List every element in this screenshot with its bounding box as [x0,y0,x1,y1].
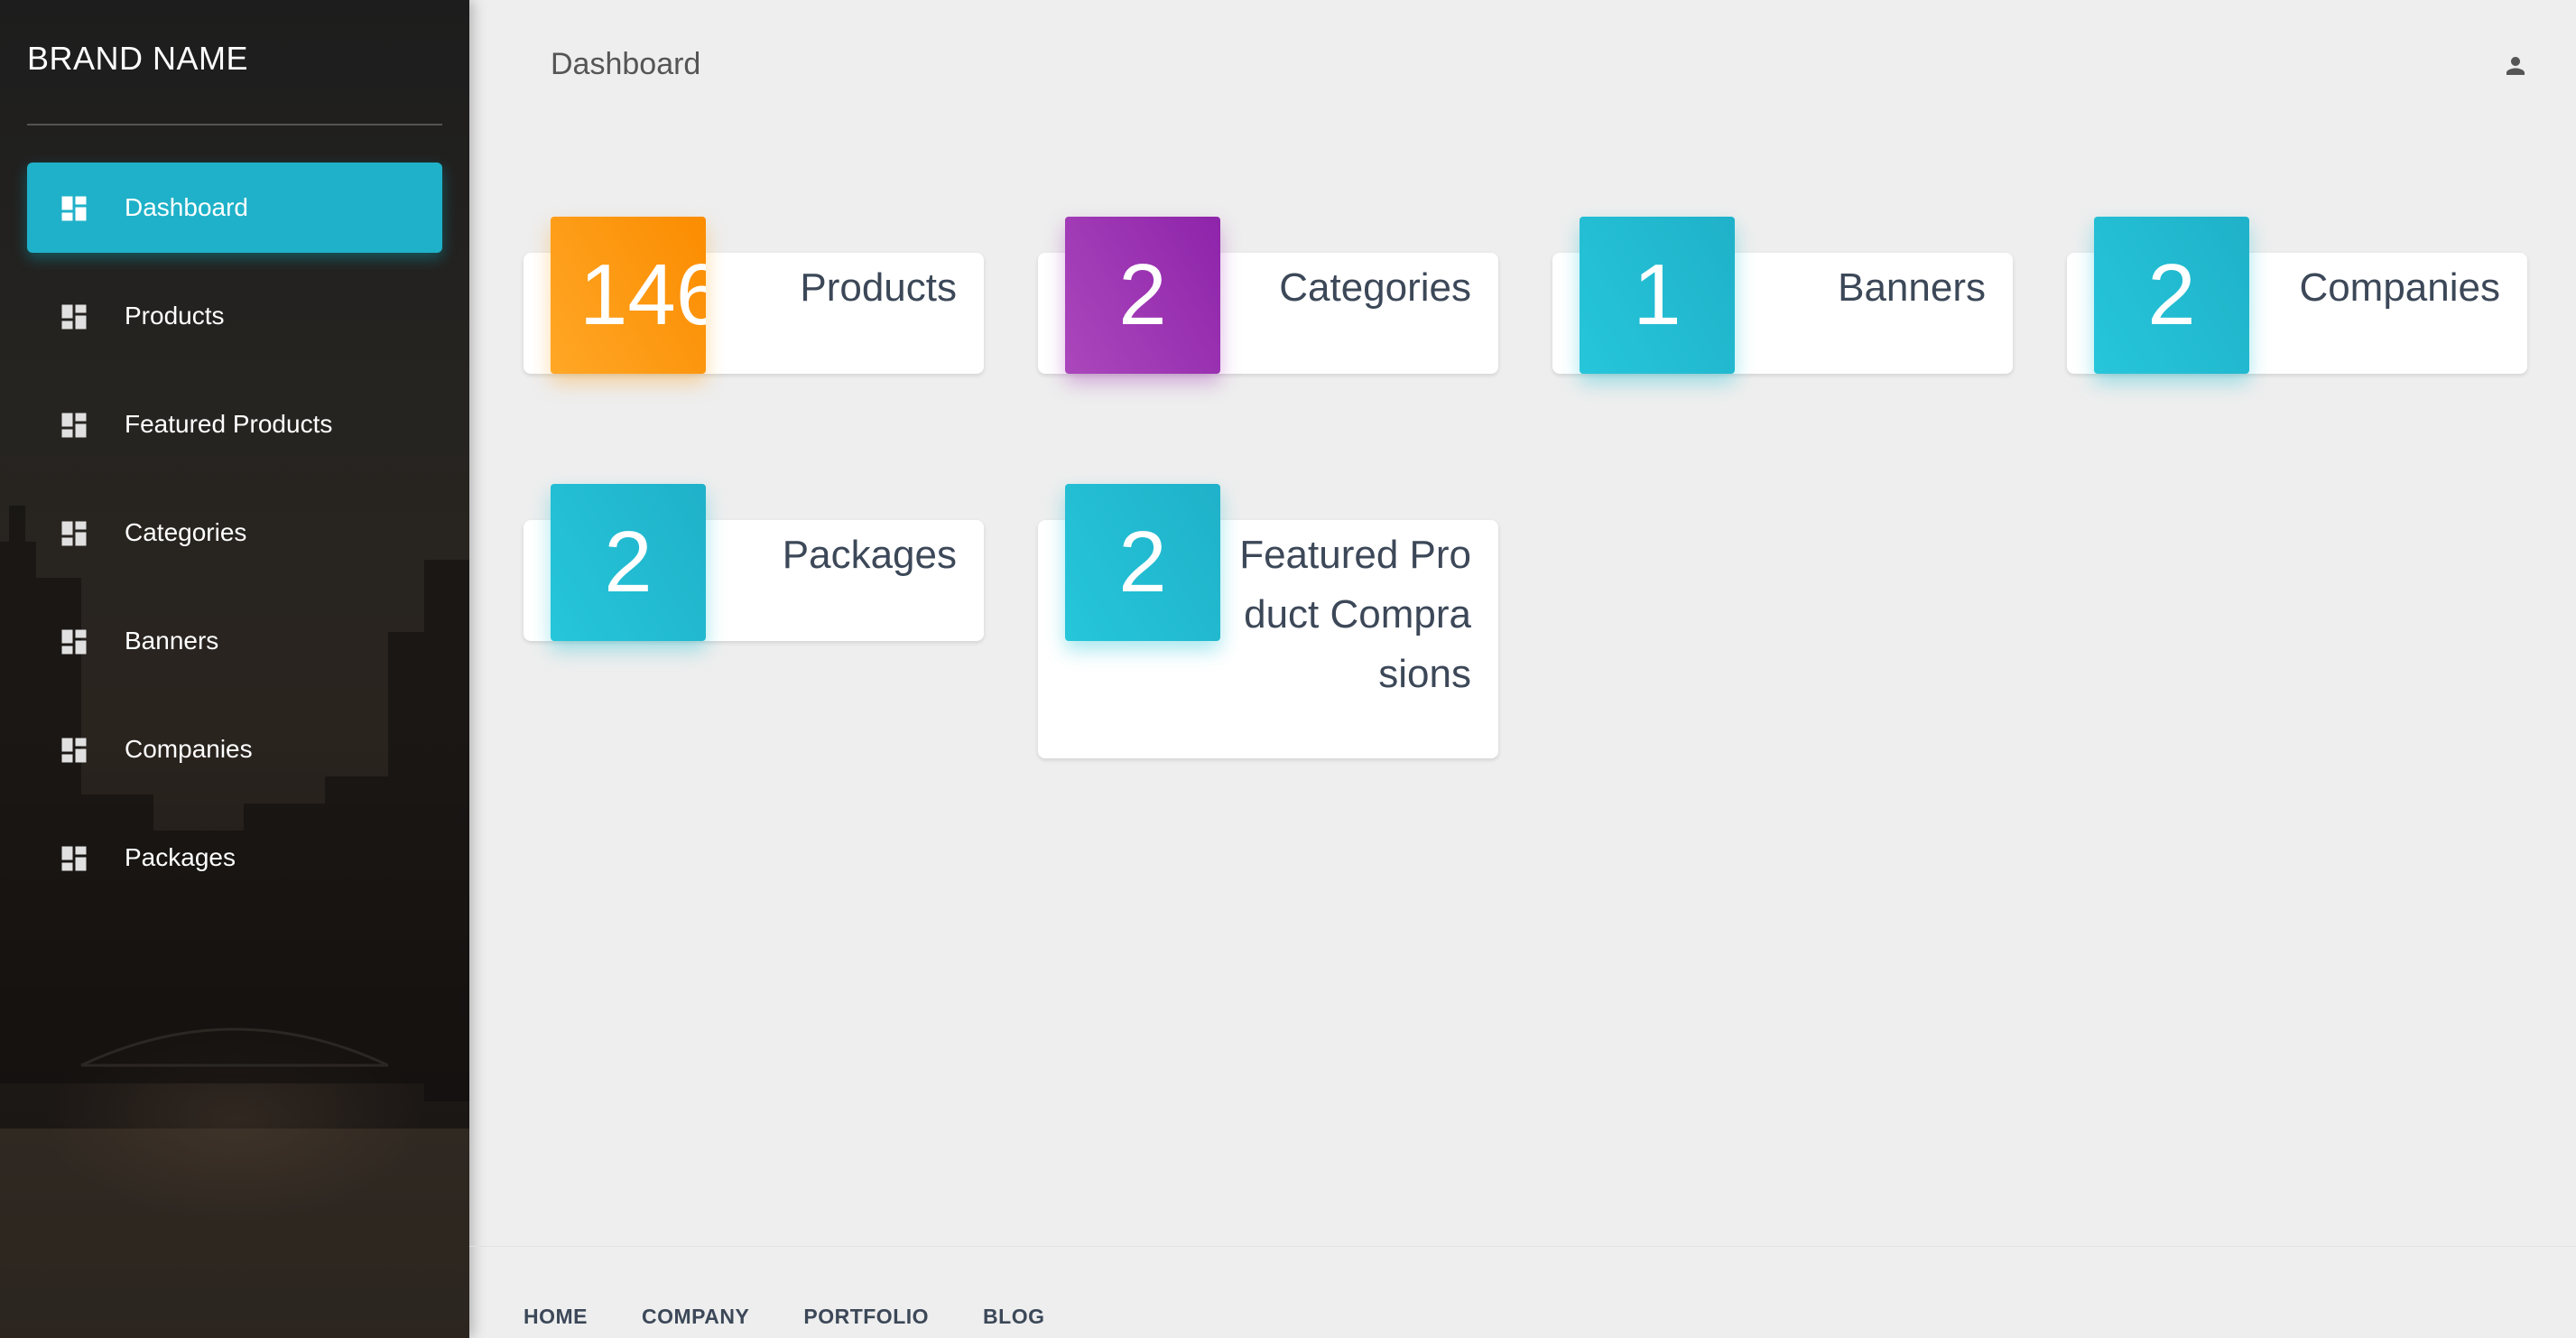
stat-value: 2 [1118,246,1167,343]
stat-card-categories: 2 Categories [1038,217,1498,374]
stat-value: 1 [1633,246,1682,343]
stat-value-box: 2 [1065,484,1220,641]
stat-value: 2 [604,514,653,610]
footer-link-company[interactable]: COMPANY [642,1305,749,1329]
sidebar-item-label: Packages [125,843,236,871]
stat-value-box: 1 [1580,217,1735,374]
footer-divider [469,1246,2576,1247]
sidebar-item-packages[interactable]: Packages [27,813,442,903]
sidebar-item-label: Companies [125,735,253,763]
sidebar-item-label: Categories [125,518,247,546]
stat-label: Companies [2299,265,2500,310]
dashboard-icon [61,629,87,655]
stat-label: Banners [1838,265,1986,310]
footer-link-blog[interactable]: BLOG [983,1305,1044,1329]
dashboard-icon [61,521,87,546]
stat-value-box: 2 [551,484,706,641]
stat-value: 2 [1118,514,1167,610]
stat-card-packages: 2 Packages [524,484,984,641]
sidebar-divider [27,124,442,125]
sidebar-item-label: Dashboard [125,193,248,221]
stat-label: Categories [1279,265,1471,310]
sidebar-item-featured-products[interactable]: Featured Products [27,379,442,469]
brand-name[interactable]: BRAND NAME [27,40,248,78]
sidebar-item-categories[interactable]: Categories [27,488,442,578]
stat-card-companies: 2 Companies [2067,217,2527,374]
sidebar-item-products[interactable]: Products [27,271,442,361]
sidebar-item-dashboard[interactable]: Dashboard [27,163,442,253]
stat-card-banners: 1 Banners [1552,217,2013,374]
stat-value: 2 [2147,246,2196,343]
person-icon[interactable] [2502,52,2529,79]
sidebar-nav: Dashboard Products Featured Products Cat… [27,163,442,921]
stat-label: Featured Product Comprasions [1239,533,1471,696]
stat-label: Products [800,265,957,310]
sidebar-item-label: Featured Products [125,410,333,438]
footer-link-portfolio[interactable]: PORTFOLIO [803,1305,929,1329]
dashboard-icon [61,304,87,330]
sidebar: BRAND NAME Dashboard Products Featured P… [0,0,469,1338]
stat-label: Packages [782,533,957,577]
sidebar-item-label: Banners [125,627,219,655]
sidebar-item-companies[interactable]: Companies [27,704,442,794]
dashboard-icon [61,738,87,763]
footer-nav: HOME COMPANY PORTFOLIO BLOG [524,1305,1098,1329]
footer-link-home[interactable]: HOME [524,1305,588,1329]
dashboard-icon [61,413,87,438]
stat-value: 1463 [579,246,706,343]
stat-value-box: 2 [2094,217,2249,374]
dashboard-icon [61,196,87,221]
dashboard-icon [61,846,87,871]
sidebar-item-banners[interactable]: Banners [27,596,442,686]
sidebar-item-label: Products [125,302,225,330]
page-title[interactable]: Dashboard [551,47,700,82]
stat-value-box: 2 [1065,217,1220,374]
stat-card-products: 1463 Products [524,217,984,374]
stat-value-box: 1463 [551,217,706,374]
stat-card-featured-product-comparisons: 2 Featured Product Comprasions [1038,484,1498,758]
